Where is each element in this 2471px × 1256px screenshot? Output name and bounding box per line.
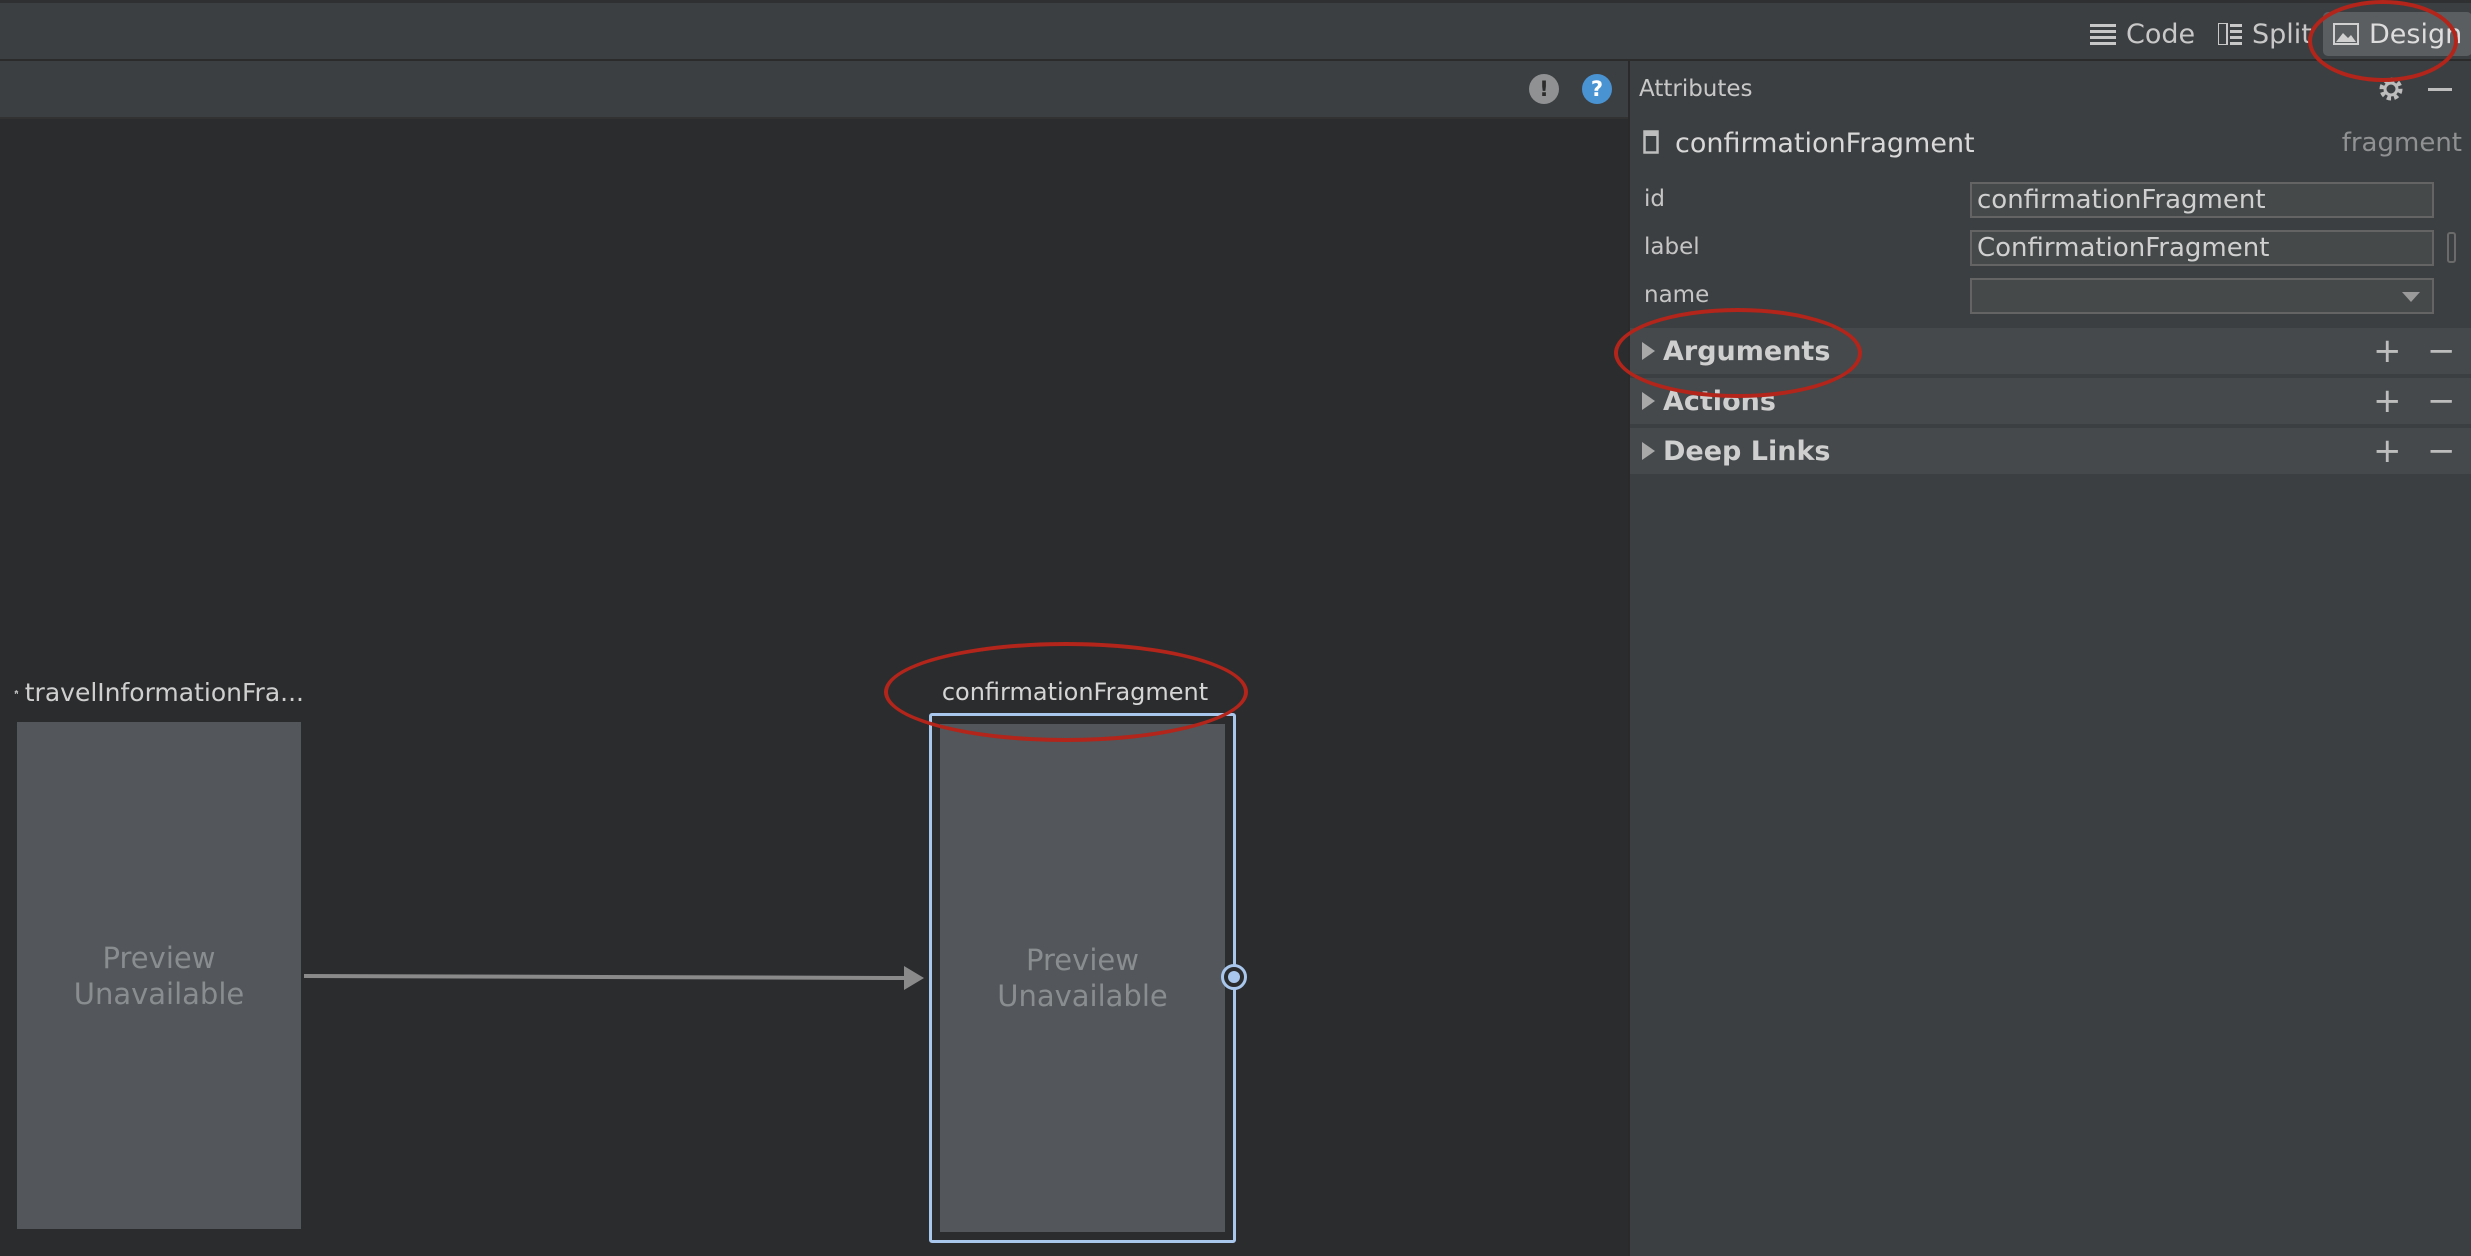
expand-triangle-icon [1642, 342, 1655, 360]
preview-unavailable-text: Preview Unavailable [74, 940, 245, 1012]
actions-section[interactable]: Actions + − [1630, 378, 2471, 426]
exclamation-circle-icon[interactable]: ! [1529, 74, 1559, 104]
preview-line-1: Preview [1026, 943, 1139, 977]
element-type: fragment [2341, 128, 2462, 158]
deep-links-section[interactable]: Deep Links + − [1630, 428, 2471, 476]
section-title: Actions [1663, 385, 1776, 417]
id-field-label: id [1644, 186, 1665, 212]
remove-action-button[interactable]: − [2427, 382, 2456, 420]
action-arrow[interactable] [300, 960, 930, 1000]
label-field-label: label [1644, 234, 1700, 260]
selected-fragment-card[interactable]: Preview Unavailable [940, 724, 1225, 1232]
resource-picker-button[interactable] [2447, 232, 2456, 263]
add-deep-link-button[interactable]: + [2373, 432, 2402, 470]
label-field[interactable]: ConfirmationFragment [1970, 230, 2434, 266]
minimize-icon[interactable] [2428, 88, 2452, 91]
section-title: Deep Links [1663, 435, 1831, 467]
home-icon [14, 689, 19, 695]
add-action-button[interactable]: + [2373, 382, 2402, 420]
add-argument-button[interactable]: + [2373, 332, 2402, 370]
code-mode-button[interactable]: Code [2080, 12, 2205, 56]
preview-line-1: Preview [102, 940, 216, 975]
code-mode-label: Code [2126, 18, 2196, 50]
image-icon [2333, 23, 2359, 45]
preview-line-2: Unavailable [73, 976, 245, 1011]
connector-dot [1228, 971, 1240, 983]
fragment-icon [1643, 130, 1659, 154]
split-mode-label: Split [2252, 18, 2312, 50]
start-fragment-label: travelInformationFra... [24, 677, 304, 707]
preview-unavailable-text: Preview Unavailable [997, 942, 1168, 1014]
question-circle-icon[interactable]: ? [1582, 74, 1612, 104]
name-field-label: name [1644, 282, 1710, 308]
code-lines-icon [2090, 24, 2116, 45]
element-name: confirmationFragment [1675, 128, 1975, 159]
design-mode-label: Design [2369, 18, 2463, 50]
expand-triangle-icon [1642, 392, 1655, 410]
design-mode-button[interactable]: Design [2323, 12, 2471, 56]
expand-triangle-icon [1642, 442, 1655, 460]
name-dropdown[interactable] [1970, 278, 2434, 314]
canvas-header-bar [0, 61, 1628, 119]
remove-argument-button[interactable]: − [2427, 332, 2456, 370]
attributes-title: Attributes [1639, 76, 1753, 102]
id-field[interactable]: confirmationFragment [1970, 182, 2434, 218]
remove-deep-link-button[interactable]: − [2427, 432, 2456, 470]
gear-icon[interactable] [2376, 74, 2406, 104]
arguments-section[interactable]: Arguments + − [1630, 328, 2471, 376]
action-connector-handle[interactable] [1221, 964, 1247, 990]
split-view-icon [2218, 23, 2242, 45]
split-mode-button[interactable]: Split [2208, 12, 2322, 56]
section-title: Arguments [1663, 335, 1831, 367]
chevron-down-icon [2402, 292, 2420, 302]
start-fragment-card[interactable]: Preview Unavailable [17, 722, 301, 1229]
selected-fragment-label: confirmationFragment [941, 678, 1209, 706]
preview-line-2: Unavailable [997, 979, 1168, 1013]
start-fragment-header: travelInformationFra... [14, 677, 304, 707]
